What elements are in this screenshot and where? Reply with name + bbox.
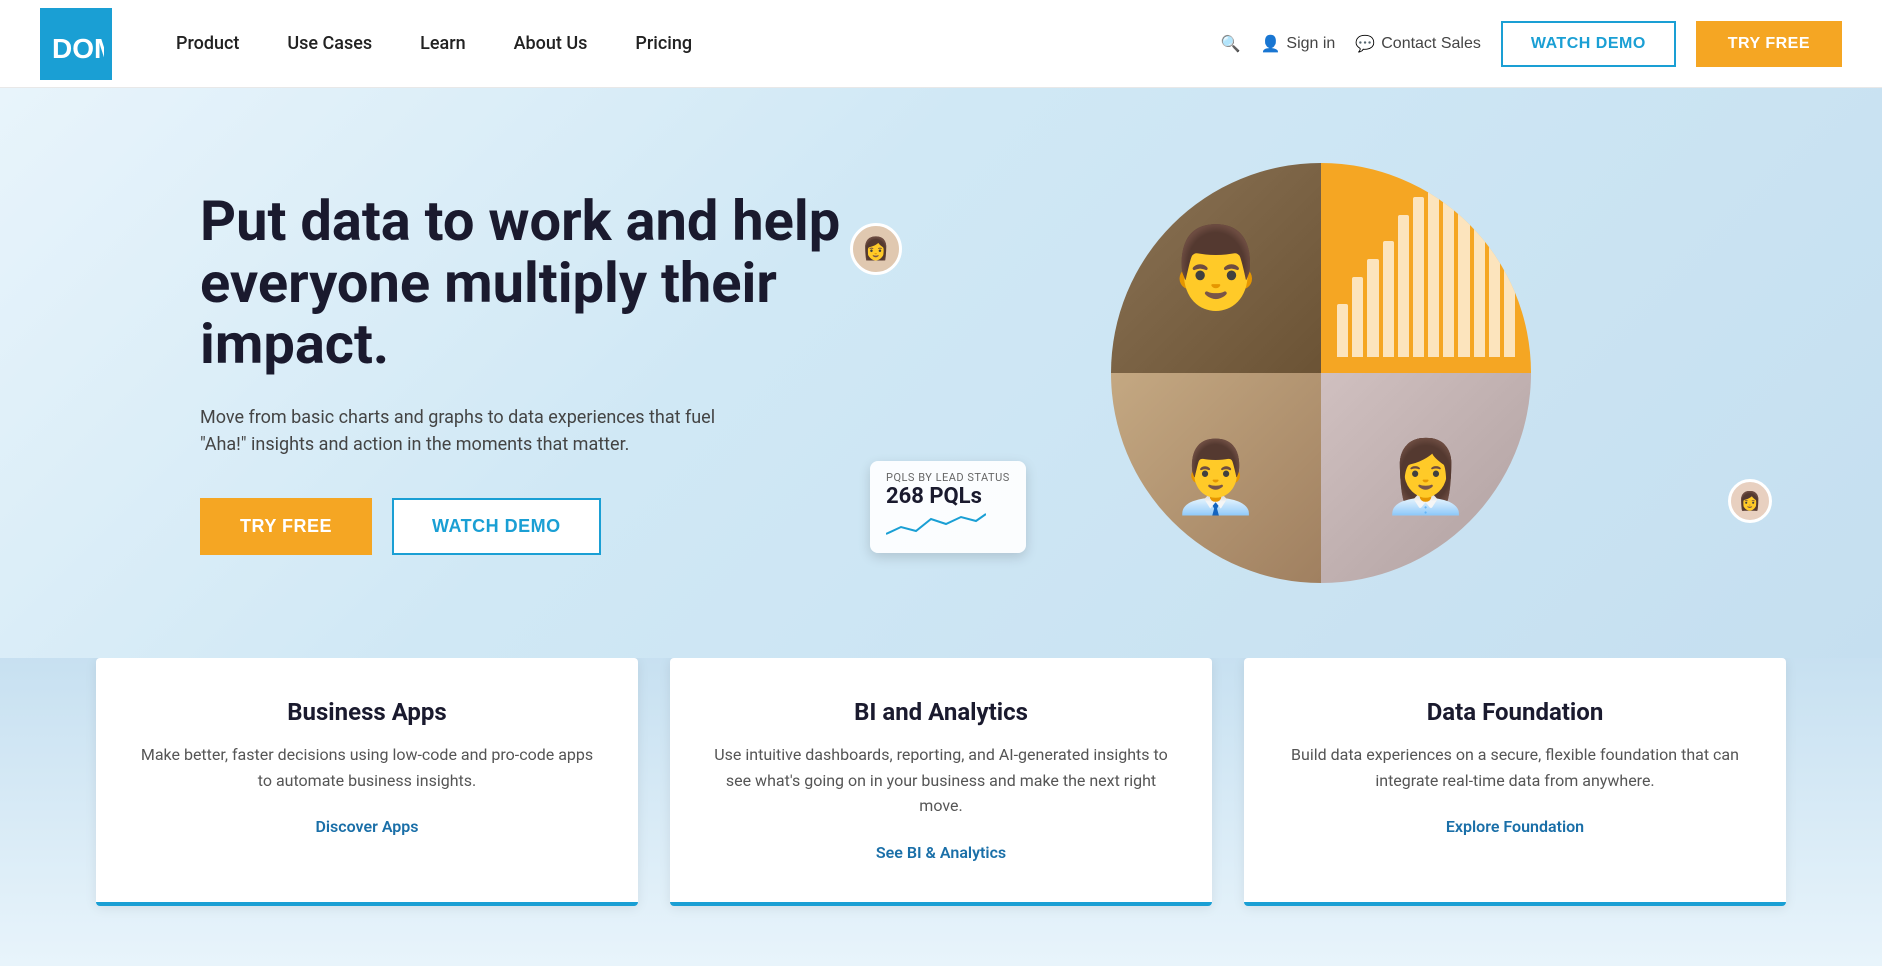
hero-circle: 👨 👨‍💼 👩‍💼 — [1111, 163, 1531, 583]
sign-in-button[interactable]: 👤 Sign in — [1260, 34, 1335, 54]
avatar-floating: 👩 — [850, 223, 902, 275]
mini-chart — [886, 509, 986, 539]
sign-in-label: Sign in — [1286, 35, 1335, 53]
quadrant-person3: 👩‍💼 — [1321, 373, 1531, 583]
search-icon: 🔍 — [1221, 34, 1241, 54]
mini-avatar: 👩 — [1728, 479, 1772, 523]
card-data-foundation: Data Foundation Build data experiences o… — [1244, 658, 1786, 906]
chart-bar — [1443, 188, 1454, 357]
watch-demo-hero-button[interactable]: WATCH DEMO — [392, 498, 601, 555]
see-bi-analytics-link[interactable]: See BI & Analytics — [876, 843, 1006, 862]
card-bi-analytics: BI and Analytics Use intuitive dashboard… — [670, 658, 1212, 906]
logo[interactable]: DOMO — [40, 8, 112, 80]
chart-bar — [1458, 206, 1469, 357]
watch-demo-nav-button[interactable]: WATCH DEMO — [1501, 21, 1676, 67]
cards-section: Business Apps Make better, faster decisi… — [0, 638, 1882, 966]
hero-visual: 👩 👨 👨‍💼 👩‍💼 PQLS BY LEAD STATUS — [880, 163, 1762, 583]
card-data-foundation-desc: Build data experiences on a secure, flex… — [1280, 742, 1750, 793]
chart-bar — [1474, 224, 1485, 358]
try-free-hero-button[interactable]: TRY FREE — [200, 498, 372, 555]
stats-value: 268 PQLs — [886, 484, 1010, 509]
chart-bar — [1428, 179, 1439, 357]
nav-about-us[interactable]: About Us — [490, 0, 612, 88]
nav-learn[interactable]: Learn — [396, 0, 489, 88]
hero-content: Put data to work and help everyone multi… — [200, 191, 880, 555]
chart-bar — [1398, 215, 1409, 357]
contact-sales-button[interactable]: 💬 Contact Sales — [1355, 34, 1481, 54]
search-button[interactable]: 🔍 — [1221, 34, 1241, 54]
svg-text:DOMO: DOMO — [52, 33, 104, 64]
chart-bar — [1383, 241, 1394, 357]
discover-apps-link[interactable]: Discover Apps — [315, 817, 418, 836]
chart-bar — [1337, 304, 1348, 357]
quadrant-chart — [1321, 163, 1531, 373]
stats-label: PQLS BY LEAD STATUS — [886, 471, 1010, 484]
quadrant-person1: 👨 — [1111, 163, 1321, 373]
card-business-apps-desc: Make better, faster decisions using low-… — [132, 742, 602, 793]
contact-sales-label: Contact Sales — [1381, 35, 1481, 53]
chat-icon: 💬 — [1355, 34, 1375, 54]
chart-bar — [1352, 277, 1363, 357]
bar-chart — [1321, 163, 1531, 373]
explore-foundation-link[interactable]: Explore Foundation — [1446, 817, 1584, 836]
hero-title: Put data to work and help everyone multi… — [200, 191, 880, 376]
chart-bar — [1413, 197, 1424, 357]
nav-pricing[interactable]: Pricing — [611, 0, 716, 88]
card-business-apps: Business Apps Make better, faster decisi… — [96, 658, 638, 906]
nav-right: 🔍 👤 Sign in 💬 Contact Sales WATCH DEMO T… — [1221, 21, 1842, 67]
card-business-apps-title: Business Apps — [132, 698, 602, 726]
nav-links: Product Use Cases Learn About Us Pricing — [152, 0, 1221, 88]
card-data-foundation-title: Data Foundation — [1280, 698, 1750, 726]
chart-bar — [1367, 259, 1378, 357]
quadrant-person2: 👨‍💼 — [1111, 373, 1321, 583]
hero-section: Put data to work and help everyone multi… — [0, 88, 1882, 658]
chart-bar — [1504, 193, 1515, 357]
stats-overlay: PQLS BY LEAD STATUS 268 PQLs — [870, 461, 1026, 553]
hero-subtitle: Move from basic charts and graphs to dat… — [200, 404, 740, 458]
nav-use-cases[interactable]: Use Cases — [263, 0, 396, 88]
nav-product[interactable]: Product — [152, 0, 263, 88]
try-free-nav-button[interactable]: TRY FREE — [1696, 21, 1842, 67]
hero-buttons: TRY FREE WATCH DEMO — [200, 498, 880, 555]
chart-bar — [1489, 200, 1500, 357]
person-icon: 👤 — [1260, 34, 1280, 54]
card-bi-analytics-desc: Use intuitive dashboards, reporting, and… — [706, 742, 1176, 819]
card-bi-analytics-title: BI and Analytics — [706, 698, 1176, 726]
navbar: DOMO Product Use Cases Learn About Us Pr… — [0, 0, 1882, 88]
